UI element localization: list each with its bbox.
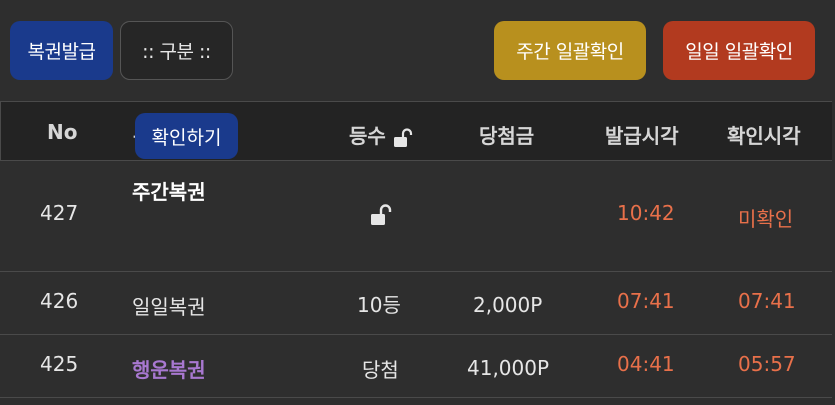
row-lottery-name: 주간복권: [132, 180, 206, 204]
weekly-batch-confirm-button[interactable]: 주간 일괄확인: [494, 21, 646, 80]
table-header-row: No 복권 등수 당첨금 발급시각 확인시각: [0, 101, 832, 160]
category-filter-select[interactable]: :: 구분 ::: [120, 21, 233, 80]
row-confirmed-time: 05:57: [738, 352, 796, 376]
row-confirmed-status: 미확인: [738, 207, 794, 231]
header-prize: 당첨금: [479, 124, 535, 148]
table-row: 426 일일복권 10등 2,000P 07:41 07:41: [0, 271, 832, 334]
header-rank[interactable]: 등수: [349, 120, 415, 149]
row-no: 427: [40, 201, 79, 225]
toolbar: 복권발급 :: 구분 :: 주간 일괄확인 일일 일괄확인: [0, 0, 835, 100]
issue-lottery-button[interactable]: 복권발급: [10, 21, 113, 80]
row-issued-time: 04:41: [617, 352, 675, 376]
row-confirmed-time: 07:41: [738, 289, 796, 313]
confirm-button[interactable]: 확인하기: [135, 113, 238, 159]
header-issued-time: 발급시각: [605, 124, 679, 148]
unlock-icon: [393, 127, 412, 147]
table-row: 425 행운복권 당첨 41,000P 04:41 05:57: [0, 334, 832, 398]
row-no: 425: [40, 352, 79, 376]
header-rank-label: 등수: [349, 124, 386, 148]
row-rank: 10등: [357, 293, 401, 317]
row-rank: 당첨: [362, 358, 399, 382]
row-lottery-name: 일일복권: [132, 295, 206, 319]
header-confirmed-time: 확인시각: [727, 124, 801, 148]
table-row: 427 주간복권 10:42 미확인: [0, 160, 832, 271]
row-issued-time: 10:42: [617, 201, 675, 225]
unlock-icon[interactable]: [370, 204, 394, 226]
daily-batch-confirm-button[interactable]: 일일 일괄확인: [663, 21, 815, 80]
row-lottery-name: 행운복권: [132, 358, 206, 382]
header-no: No: [47, 120, 78, 144]
row-prize: 2,000P: [473, 293, 543, 317]
lottery-table: No 복권 등수 당첨금 발급시각 확인시각 427 주간복권 10:42 미확…: [0, 101, 832, 398]
row-prize: 41,000P: [467, 356, 550, 380]
row-no: 426: [40, 289, 79, 313]
row-issued-time: 07:41: [617, 289, 675, 313]
